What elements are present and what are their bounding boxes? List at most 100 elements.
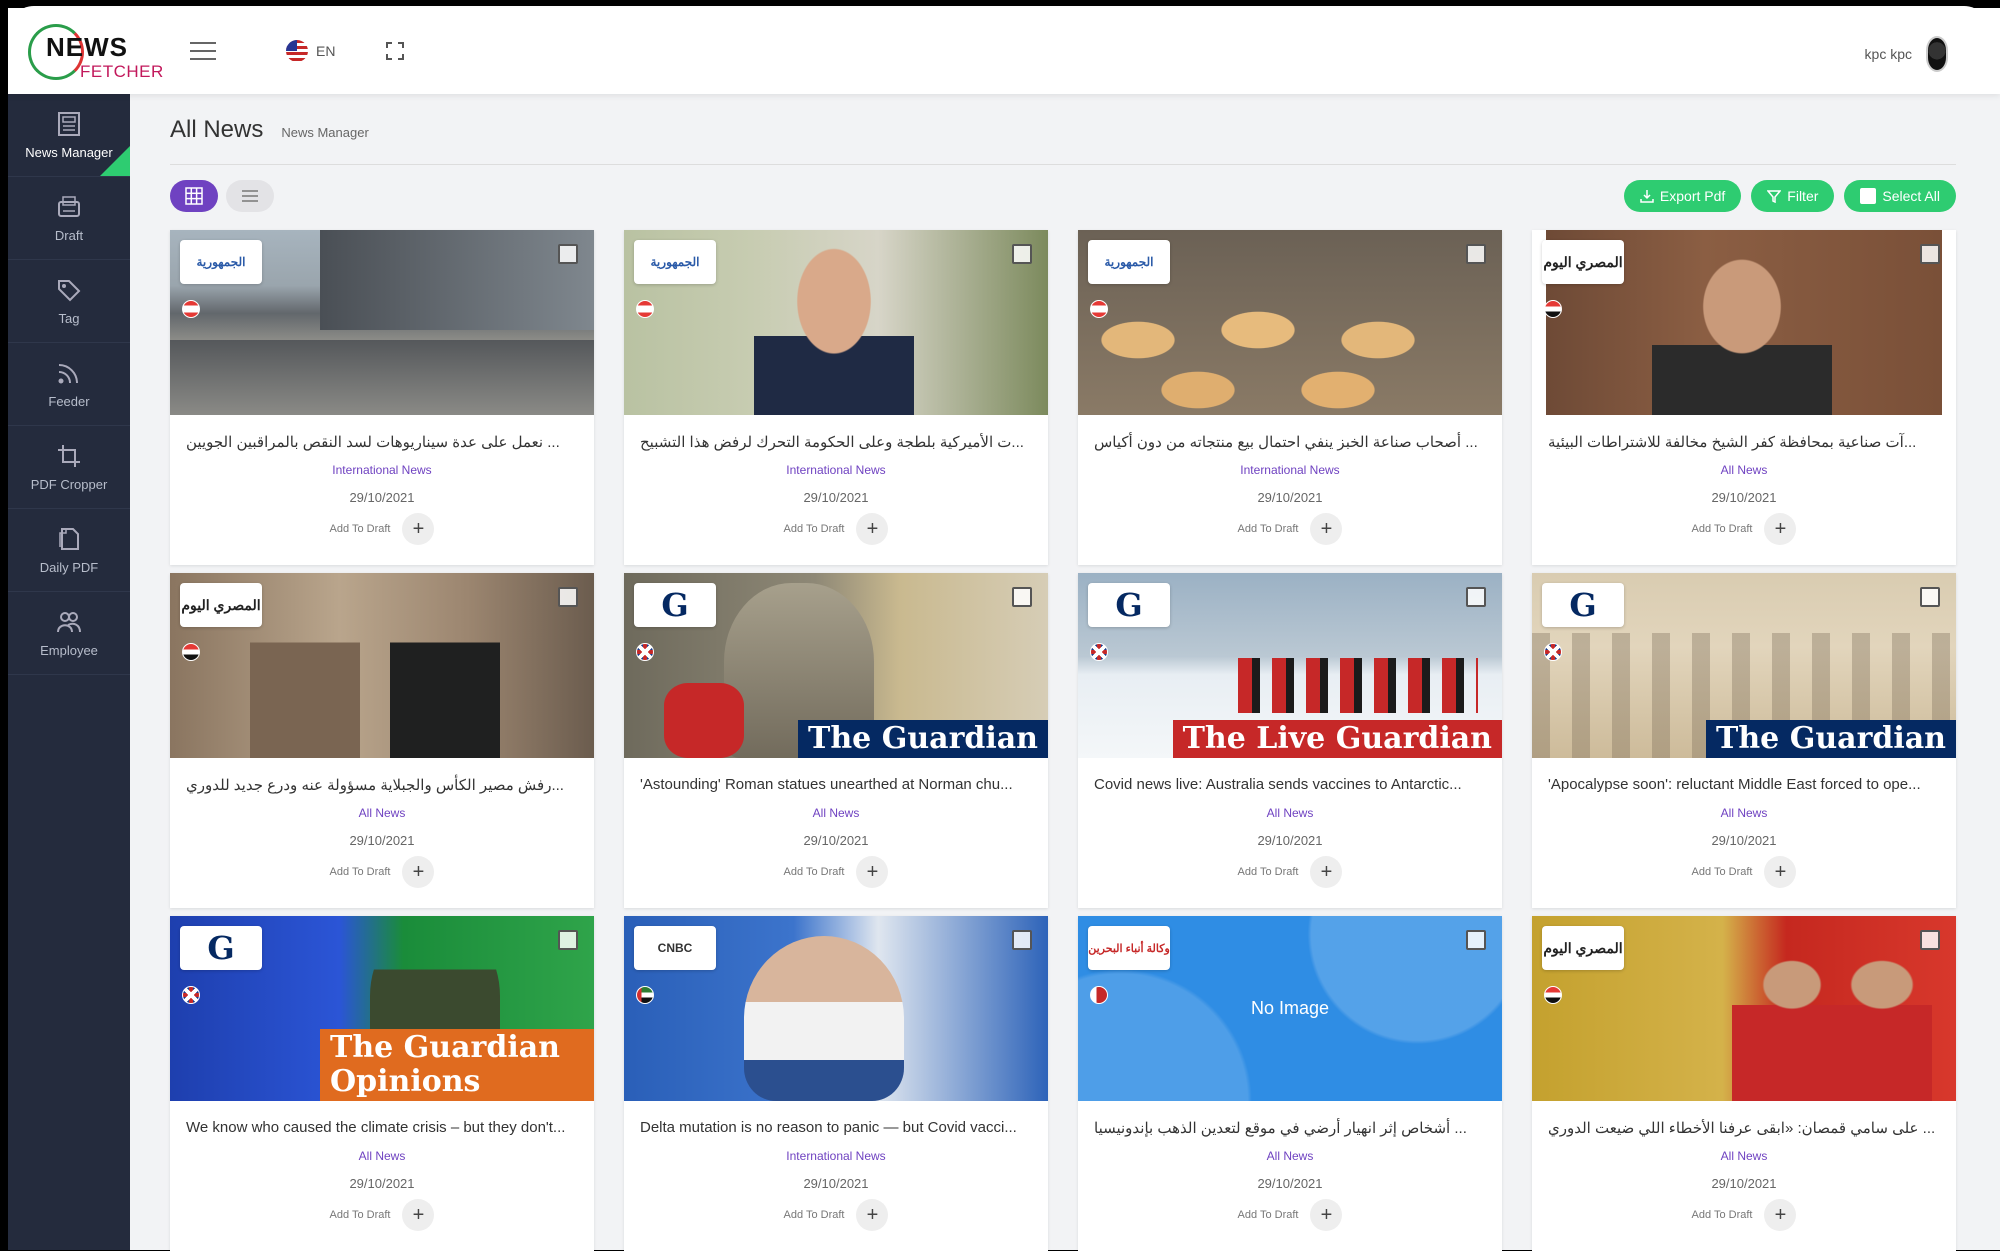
sidebar-item-employee[interactable]: Employee xyxy=(8,592,130,675)
card-checkbox[interactable] xyxy=(1466,587,1486,607)
download-icon xyxy=(1640,189,1654,203)
news-card[interactable]: الجمهورية ... أصحاب صناعة الخبز ينفي احت… xyxy=(1078,230,1502,565)
news-title[interactable]: We know who caused the climate crisis – … xyxy=(186,1101,578,1139)
sidebar-item-pdf-cropper[interactable]: PDF Cropper xyxy=(8,426,130,509)
egypt-flag-icon xyxy=(1544,986,1562,1004)
fullscreen-icon[interactable] xyxy=(386,42,404,60)
news-card[interactable]: المصري اليوم ...آت صناعية بمحافظة كفر ال… xyxy=(1532,230,1956,565)
news-title[interactable]: Delta mutation is no reason to panic — b… xyxy=(640,1101,1032,1139)
news-title[interactable]: 'Apocalypse soon': reluctant Middle East… xyxy=(1548,758,1940,796)
news-title[interactable]: ...ت الأميركية بلطجة وعلى الحكومة التحرك… xyxy=(640,415,1032,453)
news-image[interactable]: المصري اليوم xyxy=(1532,916,1956,1101)
sidebar-item-news-manager[interactable]: News Manager xyxy=(8,94,130,177)
app-logo[interactable]: NEWS FETCHER xyxy=(28,24,148,80)
export-pdf-button[interactable]: Export Pdf xyxy=(1624,180,1741,212)
news-category: All News xyxy=(170,806,594,820)
sidebar-item-daily-pdf[interactable]: Daily PDF xyxy=(8,509,130,592)
add-to-draft-button[interactable]: + xyxy=(856,1199,888,1231)
news-image[interactable]: The Guardian G xyxy=(1532,573,1956,758)
news-image[interactable]: الجمهورية xyxy=(624,230,1048,415)
select-all-checkbox[interactable] xyxy=(1860,188,1876,204)
add-to-draft-button[interactable]: + xyxy=(856,856,888,888)
news-card[interactable]: No Image وكالة أنباء البحرين ... أشخاص إ… xyxy=(1078,916,1502,1251)
news-title[interactable]: ...رفش مصير الكأس والجبلاية مسؤولة عنه و… xyxy=(186,758,578,796)
sidebar-item-label: News Manager xyxy=(25,145,112,160)
add-to-draft-button[interactable]: + xyxy=(1310,1199,1342,1231)
news-image[interactable]: The Guardian G xyxy=(624,573,1048,758)
news-image[interactable]: The Guardian Opinions G xyxy=(170,916,594,1101)
news-card[interactable]: CNBC Delta mutation is no reason to pani… xyxy=(624,916,1048,1251)
news-category: All News xyxy=(624,806,1048,820)
news-card[interactable]: The Guardian Opinions G We know who caus… xyxy=(170,916,594,1251)
page-title: All News xyxy=(170,116,263,144)
news-image[interactable]: المصري اليوم xyxy=(1532,230,1956,415)
card-checkbox[interactable] xyxy=(1920,930,1940,950)
grid-view-button[interactable] xyxy=(170,180,218,212)
news-title[interactable]: ... أشخاص إثر انهيار أرضي في موقع لتعدين… xyxy=(1094,1101,1486,1139)
news-card[interactable]: الجمهورية ... نعمل على عدة سيناريوهات لس… xyxy=(170,230,594,565)
news-card[interactable]: المصري اليوم ... على سامي قمصان: «ابقى ع… xyxy=(1532,916,1956,1251)
news-title[interactable]: ...آت صناعية بمحافظة كفر الشيخ مخالفة لل… xyxy=(1548,415,1940,453)
card-checkbox[interactable] xyxy=(558,244,578,264)
toolbar-actions: Export Pdf Filter Select All xyxy=(1624,180,1956,212)
add-to-draft-button[interactable]: + xyxy=(1310,513,1342,545)
news-title[interactable]: ... نعمل على عدة سيناريوهات لسد النقص با… xyxy=(186,415,578,453)
news-category: All News xyxy=(1078,806,1502,820)
add-to-draft-button[interactable]: + xyxy=(1310,856,1342,888)
news-date: 29/10/2021 xyxy=(170,1176,594,1191)
sidebar-item-label: PDF Cropper xyxy=(31,477,108,492)
card-checkbox[interactable] xyxy=(1466,244,1486,264)
uae-flag-icon xyxy=(636,986,654,1004)
add-to-draft-button[interactable]: + xyxy=(1764,1199,1796,1231)
news-card[interactable]: The Guardian G 'Astounding' Roman statue… xyxy=(624,573,1048,908)
add-to-draft-button[interactable]: + xyxy=(402,856,434,888)
news-category: All News xyxy=(170,1149,594,1163)
add-to-draft: Add To Draft + xyxy=(170,856,594,888)
card-checkbox[interactable] xyxy=(1466,930,1486,950)
avatar[interactable] xyxy=(1926,36,1948,72)
add-to-draft-label: Add To Draft xyxy=(330,1209,391,1221)
news-title[interactable]: ... أصحاب صناعة الخبز ينفي احتمال بيع من… xyxy=(1094,415,1486,453)
card-checkbox[interactable] xyxy=(1012,930,1032,950)
news-image[interactable]: No Image وكالة أنباء البحرين xyxy=(1078,916,1502,1101)
sidebar-item-draft[interactable]: Draft xyxy=(8,177,130,260)
news-image[interactable]: The Live Guardian G xyxy=(1078,573,1502,758)
filter-button[interactable]: Filter xyxy=(1751,180,1834,212)
sidebar-item-feeder[interactable]: Feeder xyxy=(8,343,130,426)
add-to-draft-button[interactable]: + xyxy=(402,513,434,545)
select-all-button[interactable]: Select All xyxy=(1844,180,1956,212)
card-checkbox[interactable] xyxy=(1920,587,1940,607)
add-to-draft-label: Add To Draft xyxy=(330,866,391,878)
news-card[interactable]: The Live Guardian G Covid news live: Aus… xyxy=(1078,573,1502,908)
source-logo: وكالة أنباء البحرين xyxy=(1088,926,1170,970)
add-to-draft-button[interactable]: + xyxy=(1764,856,1796,888)
news-card[interactable]: المصري اليوم ...رفش مصير الكأس والجبلاية… xyxy=(170,573,594,908)
news-image[interactable]: CNBC xyxy=(624,916,1048,1101)
news-image[interactable]: الجمهورية xyxy=(1078,230,1502,415)
news-date: 29/10/2021 xyxy=(1078,1176,1502,1191)
news-title[interactable]: 'Astounding' Roman statues unearthed at … xyxy=(640,758,1032,796)
news-date: 29/10/2021 xyxy=(170,833,594,848)
user-menu[interactable]: kpc kpc xyxy=(1865,36,1948,72)
sidebar-item-tag[interactable]: Tag xyxy=(8,260,130,343)
add-to-draft-button[interactable]: + xyxy=(856,513,888,545)
language-selector[interactable]: EN xyxy=(286,40,335,62)
news-card[interactable]: الجمهورية ...ت الأميركية بلطجة وعلى الحك… xyxy=(624,230,1048,565)
card-checkbox[interactable] xyxy=(1012,587,1032,607)
news-image[interactable]: المصري اليوم xyxy=(170,573,594,758)
list-view-button[interactable] xyxy=(226,180,274,212)
card-checkbox[interactable] xyxy=(558,930,578,950)
news-card[interactable]: The Guardian G 'Apocalypse soon': reluct… xyxy=(1532,573,1956,908)
hamburger-menu-icon[interactable] xyxy=(190,42,216,62)
news-image[interactable]: الجمهورية xyxy=(170,230,594,415)
add-to-draft-button[interactable]: + xyxy=(1764,513,1796,545)
news-title[interactable]: Covid news live: Australia sends vaccine… xyxy=(1094,758,1486,796)
top-navbar: NEWS FETCHER EN kpc kpc xyxy=(8,8,2000,94)
card-checkbox[interactable] xyxy=(1920,244,1940,264)
news-title[interactable]: ... على سامي قمصان: «ابقى عرفنا الأخطاء … xyxy=(1548,1101,1940,1139)
file-icon xyxy=(56,526,82,552)
card-checkbox[interactable] xyxy=(1012,244,1032,264)
news-date: 29/10/2021 xyxy=(1078,490,1502,505)
card-checkbox[interactable] xyxy=(558,587,578,607)
add-to-draft-button[interactable]: + xyxy=(402,1199,434,1231)
